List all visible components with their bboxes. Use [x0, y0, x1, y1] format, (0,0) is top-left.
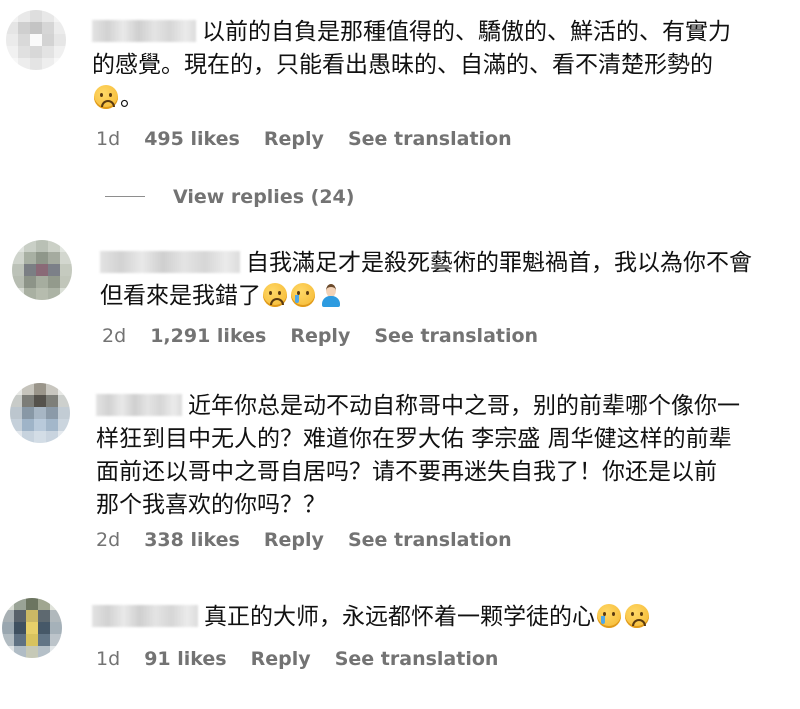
avatar[interactable]: [6, 10, 66, 70]
see-translation-link[interactable]: See translation: [348, 128, 512, 150]
person-facepalming-emoji: [319, 283, 343, 307]
avatar[interactable]: [12, 240, 72, 300]
see-translation-link[interactable]: See translation: [348, 529, 512, 551]
username-blurred[interactable]: [92, 20, 196, 42]
comment-text-line: 的感覺。現在的，只能看出愚昧的、自滿的、看不清楚形勢的: [92, 52, 713, 78]
reply-button[interactable]: Reply: [264, 529, 324, 551]
comment-text-line: 但看來是我錯了: [100, 283, 261, 309]
username-blurred[interactable]: [96, 394, 182, 416]
likes-count[interactable]: 495 likes: [144, 128, 240, 150]
comment-text-line: 那个我喜欢的你吗？？: [96, 492, 326, 518]
username-blurred[interactable]: [100, 251, 240, 273]
comment-text-line: 自我滿足才是殺死藝術的罪魁禍首，我以為你不會: [246, 250, 752, 276]
username-blurred[interactable]: [92, 605, 198, 627]
comment-text-line: 以前的自負是那種值得的、驕傲的、鮮活的、有實力: [202, 19, 731, 45]
comment-body: 自我滿足才是殺死藝術的罪魁禍首，我以為你不會 但看來是我錯了: [100, 247, 752, 313]
pleading-face-emoji: [263, 283, 287, 307]
crying-face-emoji: [291, 283, 315, 307]
comment-text-line: 真正的大师，永远都怀着一颗学徒的心: [204, 604, 595, 630]
timestamp[interactable]: 2d: [102, 325, 126, 347]
view-replies-label: View replies (24): [173, 186, 355, 208]
comment-text-line: 近年你总是动不动自称哥中之哥，别的前辈哪个像你一: [188, 393, 740, 419]
pleading-face-emoji: [94, 85, 118, 109]
likes-count[interactable]: 338 likes: [144, 529, 240, 551]
replies-divider: [105, 196, 145, 197]
comment-text-line: 。: [120, 85, 143, 111]
timestamp[interactable]: 1d: [96, 648, 120, 670]
likes-count[interactable]: 91 likes: [144, 648, 226, 670]
likes-count[interactable]: 1,291 likes: [150, 325, 266, 347]
avatar[interactable]: [2, 598, 62, 658]
timestamp[interactable]: 2d: [96, 529, 120, 551]
comment-meta: 2d 338 likes Reply See translation: [96, 529, 530, 551]
reply-button[interactable]: Reply: [290, 325, 350, 347]
reply-button[interactable]: Reply: [251, 648, 311, 670]
comment-meta: 1d 495 likes Reply See translation: [96, 128, 530, 150]
view-replies-button[interactable]: View replies (24): [105, 186, 354, 208]
comment-body: 近年你总是动不动自称哥中之哥，别的前辈哪个像你一 样狂到目中无人的？难道你在罗大…: [96, 390, 740, 522]
timestamp[interactable]: 1d: [96, 128, 120, 150]
comment-body: 真正的大师，永远都怀着一颗学徒的心: [92, 601, 651, 634]
reply-button[interactable]: Reply: [264, 128, 324, 150]
see-translation-link[interactable]: See translation: [335, 648, 499, 670]
comment-text-line: 样狂到目中无人的？难道你在罗大佑 李宗盛 周华健这样的前辈: [96, 426, 732, 452]
comment-body: 以前的自負是那種值得的、驕傲的、鮮活的、有實力 的感覺。現在的，只能看出愚昧的、…: [92, 16, 731, 115]
pleading-face-emoji: [625, 604, 649, 628]
avatar[interactable]: [10, 383, 70, 443]
comment-meta: 2d 1,291 likes Reply See translation: [102, 325, 556, 347]
see-translation-link[interactable]: See translation: [374, 325, 538, 347]
comment-text-line: 面前还以哥中之哥自居吗？请不要再迷失自我了！你还是以前: [96, 459, 717, 485]
crying-face-emoji: [597, 604, 621, 628]
comment-meta: 1d 91 likes Reply See translation: [96, 648, 516, 670]
